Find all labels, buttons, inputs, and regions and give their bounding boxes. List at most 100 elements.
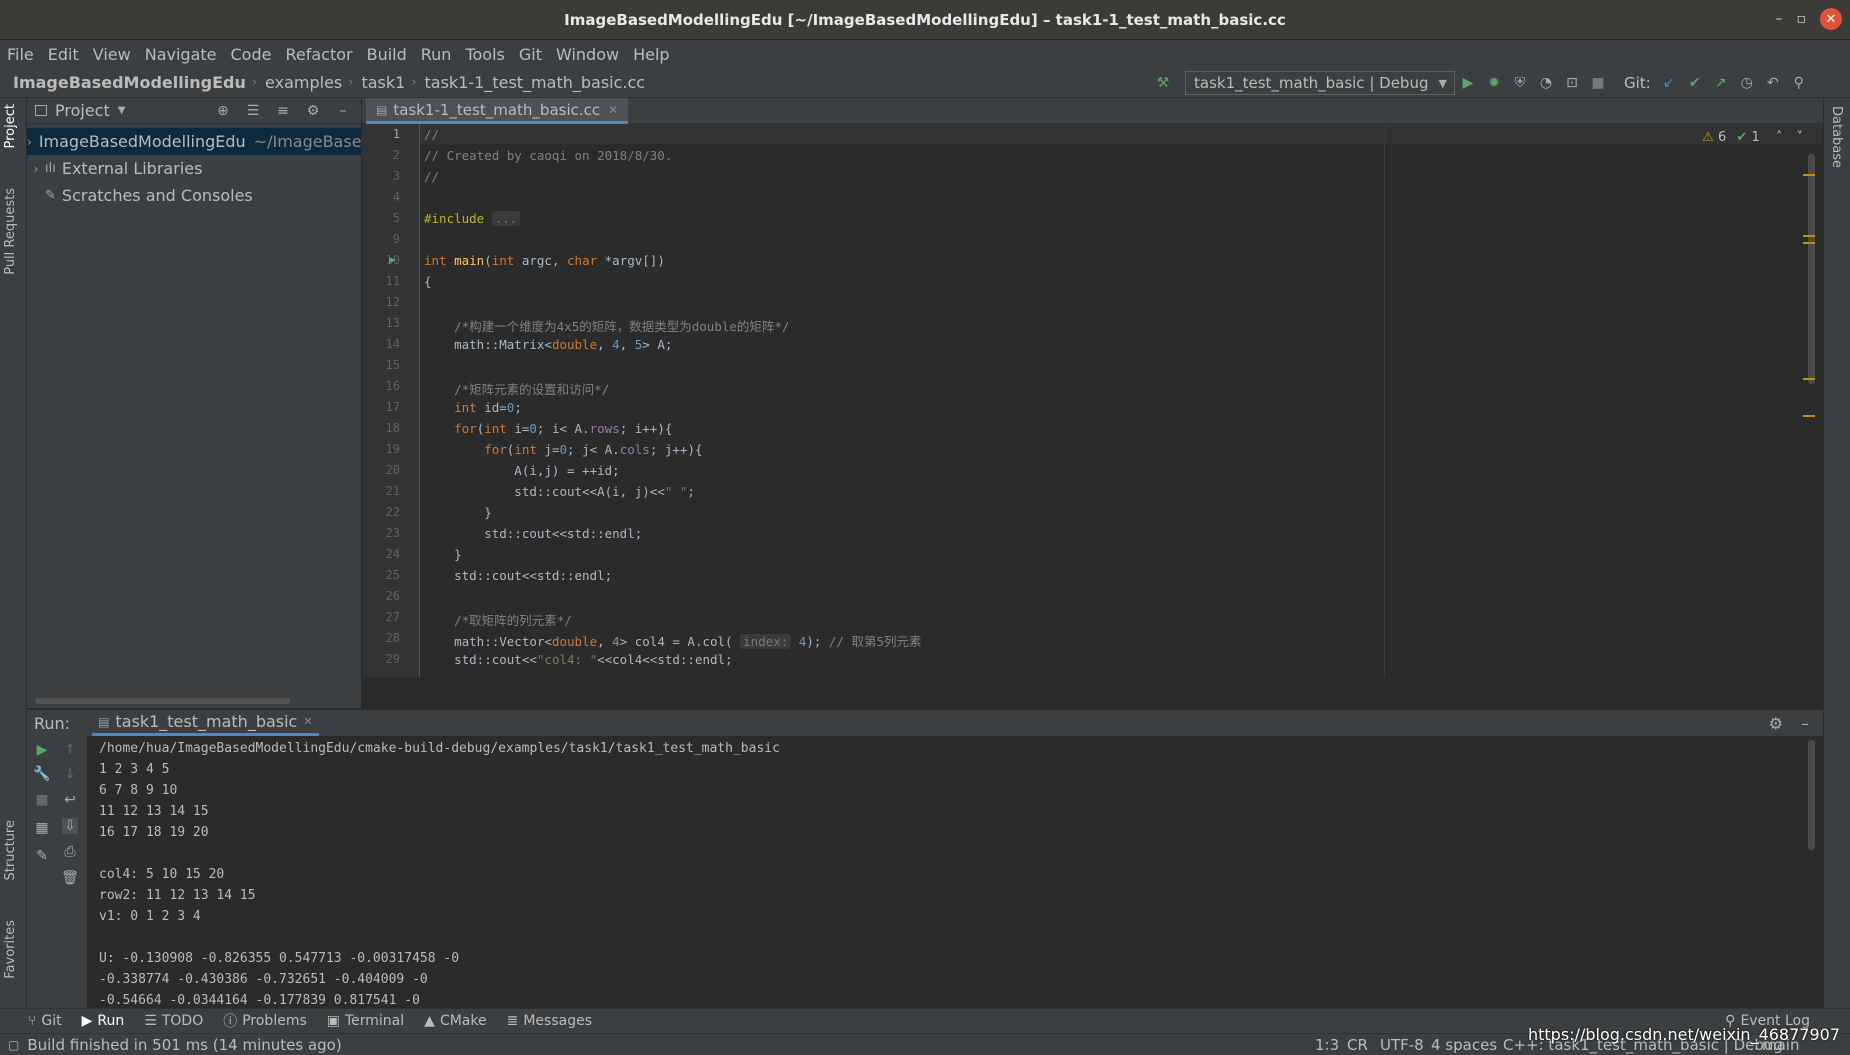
menu-build[interactable]: Build [367, 45, 407, 64]
menu-code[interactable]: Code [231, 45, 272, 64]
code-editor[interactable]: 1 2 3 4 5 9 10 11 12 13 14 15 16 17 18 1… [362, 124, 1823, 677]
check-icon: ✔ [1736, 130, 1748, 145]
editor-tab-active[interactable]: ▤ task1-1_test_math_basic.cc ✕ [366, 98, 629, 124]
run-gutter-icon[interactable]: ▶ [389, 253, 396, 266]
inspection-widget[interactable]: ⚠ 6 ✔ 1 ˄ ˅ [1702, 130, 1803, 145]
line-number: 18 [385, 421, 400, 435]
history-icon[interactable]: ◷ [1739, 75, 1755, 91]
project-tool-tab[interactable]: Project [3, 104, 18, 148]
git-update-icon[interactable]: ↙ [1661, 75, 1677, 91]
search-icon[interactable]: ⚲ [1791, 75, 1807, 91]
close-icon[interactable]: ✕ [608, 103, 618, 117]
menu-tools[interactable]: Tools [465, 45, 504, 64]
collapse-all-icon[interactable]: ≡ [275, 103, 291, 119]
hide-icon[interactable]: – [1801, 714, 1809, 733]
warning-stripe-mark[interactable] [1803, 235, 1815, 237]
file-encoding[interactable]: UTF-8 [1380, 1036, 1424, 1054]
tree-item-scratches[interactable]: ✎ Scratches and Consoles [27, 182, 361, 209]
breadcrumb-file[interactable]: task1-1_test_math_basic.cc [425, 73, 646, 92]
debug-icon[interactable]: ✹ [1486, 75, 1502, 91]
warning-stripe-mark[interactable] [1803, 242, 1815, 244]
right-margin-guide [1384, 124, 1385, 677]
toolwindow-todo[interactable]: ☰ TODO [144, 1013, 203, 1029]
menu-run[interactable]: Run [421, 45, 452, 64]
gear-icon[interactable]: ⚙ [1769, 714, 1783, 733]
minimize-button[interactable]: – [1776, 11, 1783, 27]
caret-position[interactable]: 1:3 [1315, 1036, 1339, 1054]
breadcrumb-project[interactable]: ImageBasedModellingEdu [13, 73, 246, 92]
menu-git[interactable]: Git [519, 45, 542, 64]
chevron-right-icon[interactable]: › [27, 162, 45, 176]
arrow-down-icon[interactable]: ↓ [62, 766, 78, 782]
layout-toggle-icon[interactable]: ▢ [8, 1038, 19, 1052]
expand-all-icon[interactable]: ☰ [245, 103, 261, 119]
editor-vertical-scrollbar[interactable] [1808, 154, 1815, 384]
code-line: int main(int argc, char *argv[]) [424, 253, 665, 268]
run-icon[interactable]: ▶ [1460, 75, 1476, 91]
layout-icon[interactable]: ▦ [34, 820, 50, 836]
attach-icon[interactable]: ⊡ [1564, 75, 1580, 91]
toolwindow-messages[interactable]: ≣ Messages [507, 1013, 592, 1029]
stop-icon[interactable]: ■ [1590, 75, 1606, 91]
warning-stripe-mark[interactable] [1803, 415, 1815, 417]
menu-edit[interactable]: Edit [48, 45, 79, 64]
chevron-up-icon[interactable]: ˄ [1776, 130, 1783, 145]
menu-view[interactable]: View [93, 45, 131, 64]
wrench-icon[interactable]: 🔧 [33, 766, 50, 782]
stop-icon[interactable]: ■ [34, 792, 50, 808]
favorites-tool-tab[interactable]: Favorites [3, 920, 18, 979]
arrow-up-icon[interactable]: ↑ [62, 742, 78, 758]
rerun-icon[interactable]: ▶ [34, 742, 50, 758]
rollback-icon[interactable]: ↶ [1765, 75, 1781, 91]
status-message[interactable]: Build finished in 501 ms (14 minutes ago… [27, 1036, 341, 1054]
menu-refactor[interactable]: Refactor [285, 45, 352, 64]
toolwindow-terminal[interactable]: ▣ Terminal [327, 1013, 404, 1029]
scroll-to-end-icon[interactable]: ⇩ [62, 818, 78, 834]
toolwindow-git[interactable]: ⑂ Git [28, 1013, 62, 1029]
breadcrumb-task1[interactable]: task1 [361, 73, 405, 92]
console-output[interactable]: /home/hua/ImageBasedModellingEdu/cmake-b… [87, 736, 1823, 1008]
console-scrollbar[interactable] [1808, 740, 1815, 850]
menu-window[interactable]: Window [556, 45, 619, 64]
warning-stripe-mark[interactable] [1803, 378, 1815, 380]
structure-tool-tab[interactable]: Structure [3, 820, 18, 880]
git-commit-icon[interactable]: ✔ [1687, 75, 1703, 91]
soft-wrap-icon[interactable]: ↩ [62, 792, 78, 808]
menu-navigate[interactable]: Navigate [145, 45, 217, 64]
toolwindow-problems[interactable]: ⓘ Problems [223, 1011, 307, 1031]
chevron-down-icon[interactable]: ▼ [118, 105, 126, 116]
indent-setting[interactable]: 4 spaces [1431, 1036, 1497, 1054]
watermark: https://blog.csdn.net/weixin_46877907 [1527, 1025, 1840, 1044]
locate-icon[interactable]: ⊕ [215, 103, 231, 119]
maximize-button[interactable]: ▫ [1797, 11, 1807, 27]
tree-item-project-root[interactable]: › ImageBasedModellingEdu ~/ImageBasedM [27, 128, 386, 155]
breadcrumb-examples[interactable]: examples [265, 73, 342, 92]
trash-icon[interactable]: 🗑 [61, 870, 79, 886]
tree-item-external-libraries[interactable]: › ılı External Libraries [27, 155, 361, 182]
database-tool-tab[interactable]: Database [1829, 106, 1844, 168]
run-tab[interactable]: ▤ task1_test_math_basic ✕ [92, 710, 319, 736]
chevron-down-icon[interactable]: ˅ [1797, 130, 1804, 145]
check-count: 1 [1751, 130, 1760, 145]
project-horizontal-scrollbar[interactable] [35, 698, 290, 704]
run-configuration-select[interactable]: task1_test_math_basic | Debug ▼ [1185, 71, 1455, 95]
close-button[interactable]: ✕ [1820, 8, 1842, 30]
close-icon[interactable]: ✕ [303, 715, 312, 728]
print-icon[interactable]: ⎙ [62, 844, 78, 860]
project-panel-title[interactable]: Project [55, 101, 110, 120]
line-separator[interactable]: CR [1347, 1036, 1368, 1054]
menu-help[interactable]: Help [633, 45, 669, 64]
menu-file[interactable]: File [7, 45, 34, 64]
coverage-icon[interactable]: ⛨ [1512, 75, 1528, 91]
warning-stripe-mark[interactable] [1803, 174, 1815, 176]
chevron-right-icon[interactable]: › [27, 135, 32, 149]
gear-icon[interactable]: ⚙ [305, 103, 321, 119]
toolwindow-run[interactable]: ▶ Run [82, 1013, 125, 1029]
hide-icon[interactable]: – [335, 103, 351, 119]
profile-icon[interactable]: ◔ [1538, 75, 1554, 91]
build-icon[interactable]: ⚒ [1155, 75, 1171, 91]
pin-icon[interactable]: ✎ [34, 848, 50, 864]
git-push-icon[interactable]: ↗ [1713, 75, 1729, 91]
toolwindow-cmake[interactable]: ▲ CMake [424, 1013, 486, 1029]
pull-requests-tool-tab[interactable]: Pull Requests [3, 188, 18, 275]
